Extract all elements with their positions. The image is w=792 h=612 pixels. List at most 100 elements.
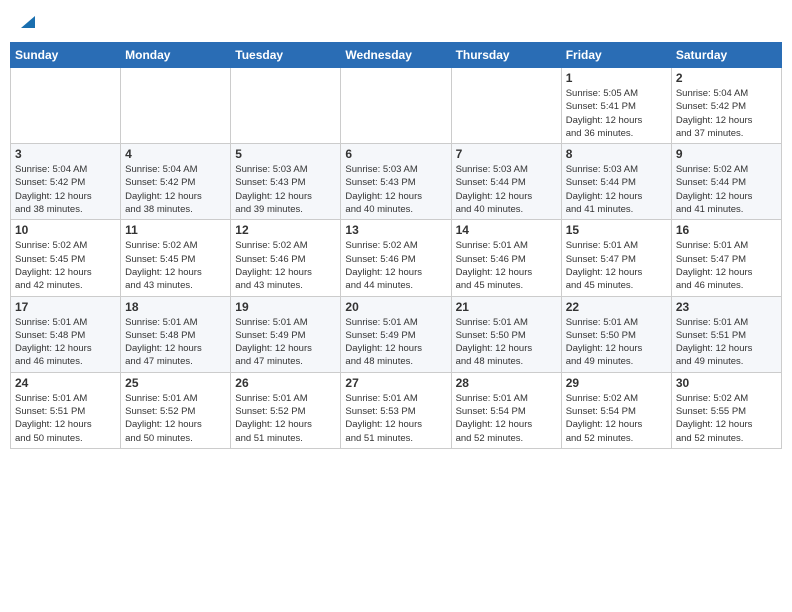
calendar-cell: 6 Sunrise: 5:03 AM Sunset: 5:43 PM Daylig… (341, 144, 451, 220)
calendar-cell: 18 Sunrise: 5:01 AM Sunset: 5:48 PM Dayli… (121, 296, 231, 372)
day-info: Sunrise: 5:01 AM Sunset: 5:46 PM Dayligh… (456, 239, 557, 292)
day-info: Sunrise: 5:01 AM Sunset: 5:49 PM Dayligh… (235, 316, 336, 369)
day-info: Sunrise: 5:03 AM Sunset: 5:44 PM Dayligh… (566, 163, 667, 216)
calendar-cell: 3Sunrise: 5:04 AM Sunset: 5:42 PM Daylig… (11, 144, 121, 220)
day-info: Sunrise: 5:02 AM Sunset: 5:45 PM Dayligh… (125, 239, 226, 292)
calendar-cell: 20 Sunrise: 5:01 AM Sunset: 5:49 PM Dayli… (341, 296, 451, 372)
day-info: Sunrise: 5:01 AM Sunset: 5:49 PM Dayligh… (345, 316, 446, 369)
day-number: 3 (15, 147, 116, 161)
day-info: Sunrise: 5:01 AM Sunset: 5:52 PM Dayligh… (235, 392, 336, 445)
day-info: Sunrise: 5:02 AM Sunset: 5:46 PM Dayligh… (235, 239, 336, 292)
day-info: Sunrise: 5:02 AM Sunset: 5:46 PM Dayligh… (345, 239, 446, 292)
day-info: Sunrise: 5:01 AM Sunset: 5:51 PM Dayligh… (676, 316, 777, 369)
day-number: 4 (125, 147, 226, 161)
calendar-cell: 8 Sunrise: 5:03 AM Sunset: 5:44 PM Daylig… (561, 144, 671, 220)
calendar-cell: 15 Sunrise: 5:01 AM Sunset: 5:47 PM Dayli… (561, 220, 671, 296)
logo (16, 14, 35, 30)
calendar-cell: 11 Sunrise: 5:02 AM Sunset: 5:45 PM Dayli… (121, 220, 231, 296)
calendar-cell: 22Sunrise: 5:01 AM Sunset: 5:50 PM Dayli… (561, 296, 671, 372)
weekday-header-sunday: Sunday (11, 43, 121, 68)
day-info: Sunrise: 5:01 AM Sunset: 5:47 PM Dayligh… (566, 239, 667, 292)
day-number: 1 (566, 71, 667, 85)
calendar-cell: 1 Sunrise: 5:05 AM Sunset: 5:41 PM Daylig… (561, 68, 671, 144)
day-info: Sunrise: 5:02 AM Sunset: 5:45 PM Dayligh… (15, 239, 116, 292)
day-number: 12 (235, 223, 336, 237)
calendar-cell (451, 68, 561, 144)
day-info: Sunrise: 5:05 AM Sunset: 5:41 PM Dayligh… (566, 87, 667, 140)
day-info: Sunrise: 5:01 AM Sunset: 5:48 PM Dayligh… (15, 316, 116, 369)
calendar-cell: 7Sunrise: 5:03 AM Sunset: 5:44 PM Daylig… (451, 144, 561, 220)
day-number: 25 (125, 376, 226, 390)
day-info: Sunrise: 5:01 AM Sunset: 5:50 PM Dayligh… (456, 316, 557, 369)
day-number: 14 (456, 223, 557, 237)
day-info: Sunrise: 5:04 AM Sunset: 5:42 PM Dayligh… (125, 163, 226, 216)
logo-icon (17, 12, 35, 30)
day-number: 18 (125, 300, 226, 314)
day-info: Sunrise: 5:01 AM Sunset: 5:51 PM Dayligh… (15, 392, 116, 445)
calendar-cell (11, 68, 121, 144)
calendar-cell: 28 Sunrise: 5:01 AM Sunset: 5:54 PM Dayli… (451, 372, 561, 448)
calendar-cell: 19 Sunrise: 5:01 AM Sunset: 5:49 PM Dayli… (231, 296, 341, 372)
day-number: 29 (566, 376, 667, 390)
day-info: Sunrise: 5:02 AM Sunset: 5:55 PM Dayligh… (676, 392, 777, 445)
day-info: Sunrise: 5:03 AM Sunset: 5:43 PM Dayligh… (345, 163, 446, 216)
calendar-cell: 5 Sunrise: 5:03 AM Sunset: 5:43 PM Daylig… (231, 144, 341, 220)
calendar-table: SundayMondayTuesdayWednesdayThursdayFrid… (10, 42, 782, 449)
day-info: Sunrise: 5:01 AM Sunset: 5:53 PM Dayligh… (345, 392, 446, 445)
day-number: 7 (456, 147, 557, 161)
day-number: 24 (15, 376, 116, 390)
calendar-cell: 17 Sunrise: 5:01 AM Sunset: 5:48 PM Dayli… (11, 296, 121, 372)
day-info: Sunrise: 5:01 AM Sunset: 5:54 PM Dayligh… (456, 392, 557, 445)
day-info: Sunrise: 5:01 AM Sunset: 5:48 PM Dayligh… (125, 316, 226, 369)
weekday-header-monday: Monday (121, 43, 231, 68)
weekday-header-saturday: Saturday (671, 43, 781, 68)
day-number: 13 (345, 223, 446, 237)
weekday-header-tuesday: Tuesday (231, 43, 341, 68)
day-number: 15 (566, 223, 667, 237)
day-number: 30 (676, 376, 777, 390)
day-number: 21 (456, 300, 557, 314)
day-number: 11 (125, 223, 226, 237)
weekday-header-row: SundayMondayTuesdayWednesdayThursdayFrid… (11, 43, 782, 68)
day-number: 22 (566, 300, 667, 314)
day-number: 10 (15, 223, 116, 237)
day-info: Sunrise: 5:02 AM Sunset: 5:54 PM Dayligh… (566, 392, 667, 445)
day-info: Sunrise: 5:01 AM Sunset: 5:52 PM Dayligh… (125, 392, 226, 445)
calendar-cell: 21 Sunrise: 5:01 AM Sunset: 5:50 PM Dayli… (451, 296, 561, 372)
calendar-cell: 13 Sunrise: 5:02 AM Sunset: 5:46 PM Dayli… (341, 220, 451, 296)
calendar-cell: 29 Sunrise: 5:02 AM Sunset: 5:54 PM Dayli… (561, 372, 671, 448)
weekday-header-thursday: Thursday (451, 43, 561, 68)
calendar-week-2: 3 Sunrise: 5:04 AM Sunset: 5:42 PM Daylig… (11, 144, 782, 220)
day-number: 26 (235, 376, 336, 390)
day-number: 20 (345, 300, 446, 314)
calendar-cell: 25 Sunrise: 5:01 AM Sunset: 5:52 PM Dayli… (121, 372, 231, 448)
day-number: 17 (15, 300, 116, 314)
calendar-cell (231, 68, 341, 144)
calendar-cell: 12 Sunrise: 5:02 AM Sunset: 5:46 PM Dayli… (231, 220, 341, 296)
calendar-cell: 16 Sunrise: 5:01 AM Sunset: 5:47 PM Dayli… (671, 220, 781, 296)
calendar-cell: 14 Sunrise: 5:01 AM Sunset: 5:46 PM Dayli… (451, 220, 561, 296)
day-number: 9 (676, 147, 777, 161)
day-info: Sunrise: 5:04 AM Sunset: 5:42 PM Dayligh… (676, 87, 777, 140)
day-number: 8 (566, 147, 667, 161)
calendar-week-5: 24 Sunrise: 5:01 AM Sunset: 5:51 PM Dayli… (11, 372, 782, 448)
calendar-cell: 2Sunrise: 5:04 AM Sunset: 5:42 PM Daylig… (671, 68, 781, 144)
day-number: 28 (456, 376, 557, 390)
day-number: 19 (235, 300, 336, 314)
calendar-cell: 4 Sunrise: 5:04 AM Sunset: 5:42 PM Daylig… (121, 144, 231, 220)
calendar-cell (121, 68, 231, 144)
day-number: 5 (235, 147, 336, 161)
page-header (10, 10, 782, 34)
calendar-cell: 27Sunrise: 5:01 AM Sunset: 5:53 PM Dayli… (341, 372, 451, 448)
calendar-cell: 24 Sunrise: 5:01 AM Sunset: 5:51 PM Dayli… (11, 372, 121, 448)
calendar-cell: 10 Sunrise: 5:02 AM Sunset: 5:45 PM Dayli… (11, 220, 121, 296)
day-info: Sunrise: 5:02 AM Sunset: 5:44 PM Dayligh… (676, 163, 777, 216)
calendar-week-3: 10 Sunrise: 5:02 AM Sunset: 5:45 PM Dayli… (11, 220, 782, 296)
calendar-body: 1 Sunrise: 5:05 AM Sunset: 5:41 PM Daylig… (11, 68, 782, 449)
day-number: 6 (345, 147, 446, 161)
calendar-cell: 30 Sunrise: 5:02 AM Sunset: 5:55 PM Dayli… (671, 372, 781, 448)
day-info: Sunrise: 5:03 AM Sunset: 5:43 PM Dayligh… (235, 163, 336, 216)
day-number: 16 (676, 223, 777, 237)
day-info: Sunrise: 5:01 AM Sunset: 5:47 PM Dayligh… (676, 239, 777, 292)
weekday-header-wednesday: Wednesday (341, 43, 451, 68)
